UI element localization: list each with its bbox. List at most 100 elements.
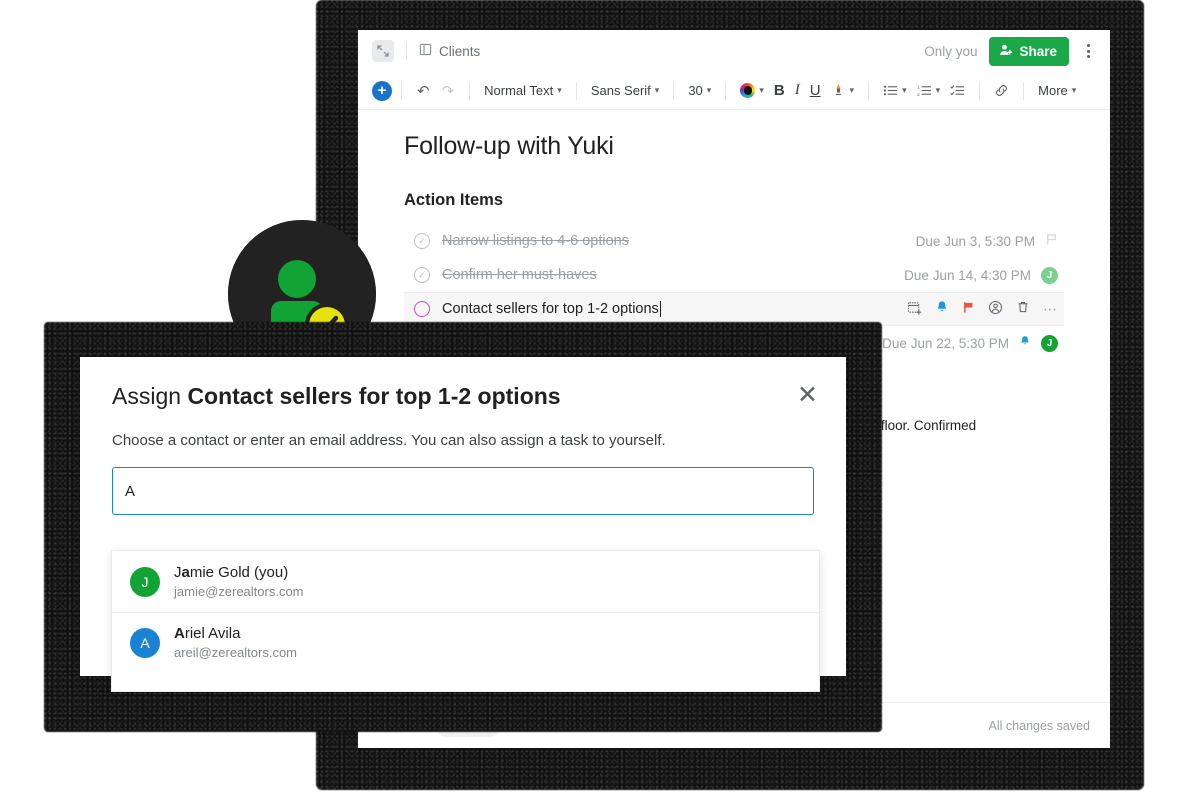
toolbar-divider [469, 81, 471, 100]
more-label: More [1038, 83, 1068, 98]
avatar[interactable]: J [1041, 334, 1058, 352]
task-meta: ⋯ [907, 300, 1058, 319]
calendar-add-icon[interactable] [907, 300, 922, 319]
breadcrumb[interactable]: Clients [419, 43, 480, 59]
bold-button[interactable]: B [769, 79, 790, 102]
avatar[interactable]: J [1041, 266, 1058, 284]
undo-icon[interactable]: ↶ [411, 79, 436, 103]
chevron-down-icon: ▾ [759, 85, 764, 95]
close-icon[interactable]: ✕ [797, 383, 818, 408]
task-meta: Due Jun 22, 5:30 PM J [882, 334, 1058, 352]
window-more-options-icon[interactable] [1081, 40, 1096, 62]
paragraph-style-dropdown[interactable]: Normal Text ▾ [479, 80, 567, 101]
suggestion-name-match: A [174, 625, 185, 643]
modal-description: Choose a contact or enter an email addre… [112, 432, 666, 449]
format-toolbar: + ↶ ↷ Normal Text ▾ Sans Serif ▾ 30 ▾ ▾ [358, 72, 1110, 110]
suggestion-name-rest: mie Gold (you) [189, 563, 289, 581]
redo-icon[interactable]: ↷ [436, 79, 461, 103]
list-item[interactable]: J Jamie Gold (you) jamie@zerealtors.com [112, 551, 819, 612]
suggestion-name-rest: riel Avila [184, 625, 241, 643]
only-you-label: Only you [924, 43, 978, 59]
chevron-down-icon: ▾ [902, 85, 907, 95]
suggestion-text: Ariel Avila areil@zerealtors.com [174, 624, 297, 662]
bell-icon[interactable] [1019, 335, 1031, 351]
task-label: Narrow listings to 4-6 options [442, 233, 629, 249]
chevron-down-icon: ▾ [1071, 85, 1077, 95]
underline-button[interactable]: U [805, 79, 826, 102]
page-title: Follow-up with Yuki [404, 132, 614, 160]
checklist-button[interactable] [945, 81, 970, 100]
text-cursor [659, 301, 662, 317]
delete-icon[interactable] [1016, 300, 1030, 318]
highlight-color-picker[interactable]: ▾ [826, 79, 860, 103]
assignee-input-wrap [80, 449, 846, 515]
assignee-suggestions-dropdown: J Jamie Gold (you) jamie@zerealtors.com … [111, 550, 820, 692]
chevron-down-icon: ▾ [935, 85, 941, 95]
flag-outline-icon[interactable] [1045, 233, 1058, 250]
toolbar-divider [1023, 81, 1025, 100]
suggestion-email: areil@zerealtors.com [174, 645, 298, 661]
share-label: Share [1019, 43, 1057, 59]
svg-text:1: 1 [917, 85, 920, 90]
modal-header: Assign Contact sellers for top 1-2 optio… [80, 357, 846, 410]
toolbar-divider [725, 81, 727, 100]
toolbar-divider [979, 81, 981, 100]
numbered-list-button[interactable]: 1 2 ▾ [912, 81, 946, 100]
modal-title-prefix: Assign [112, 383, 188, 409]
window-titlebar: Clients Only you Share [358, 30, 1110, 72]
chevron-down-icon: ▾ [557, 85, 562, 95]
insert-plus-button[interactable]: + [372, 80, 392, 101]
expand-icon[interactable] [372, 40, 394, 62]
suggestion-text: Jamie Gold (you) jamie@zerealtors.com [174, 563, 304, 601]
font-family-dropdown[interactable]: Sans Serif ▾ [586, 80, 665, 101]
list-item[interactable]: A Ariel Avila areil@zerealtors.com [112, 612, 819, 673]
insert-link-button[interactable] [989, 80, 1014, 101]
assignee-input[interactable] [112, 467, 814, 515]
suggestion-email: jamie@zerealtors.com [174, 583, 304, 599]
toolbar-divider [575, 81, 577, 100]
chevron-down-icon: ▾ [654, 85, 660, 95]
flag-icon[interactable] [962, 301, 975, 318]
font-family-label: Sans Serif [590, 83, 651, 98]
toolbar-divider [401, 81, 402, 100]
share-button[interactable]: Share [989, 36, 1069, 66]
svg-text:2: 2 [917, 92, 920, 97]
italic-button[interactable]: I [790, 79, 805, 102]
assign-person-icon[interactable] [988, 300, 1003, 319]
notebook-icon [419, 43, 432, 59]
table-row[interactable]: ✓ Narrow listings to 4-6 options Due Jun… [404, 224, 1064, 258]
titlebar-divider [406, 42, 407, 60]
chevron-down-icon: ▾ [706, 85, 712, 95]
suggestion-name-match: a [181, 563, 190, 581]
bell-icon[interactable] [935, 300, 949, 318]
table-row[interactable]: ✓ Confirm her must-haves Due Jun 14, 4:3… [404, 258, 1064, 292]
more-formatting-dropdown[interactable]: More ▾ [1033, 80, 1081, 101]
task-meta: Due Jun 14, 4:30 PM J [904, 266, 1058, 284]
table-row-active[interactable]: Contact sellers for top 1-2 options ⋯ [404, 292, 1064, 326]
screenshot-root: Clients Only you Share + ↶ ↷ Normal Text… [0, 0, 1200, 811]
more-options-icon[interactable]: ⋯ [1043, 301, 1058, 318]
task-due-date: Due Jun 14, 4:30 PM [904, 267, 1031, 283]
task-label: Contact sellers for top 1-2 options [442, 301, 659, 317]
checkbox-checked-icon[interactable]: ✓ [414, 267, 430, 283]
task-due-date: Due Jun 3, 5:30 PM [915, 233, 1035, 249]
highlighter-pen-icon [831, 82, 846, 100]
checkbox-checked-icon[interactable]: ✓ [414, 233, 430, 249]
modal-title: Assign Contact sellers for top 1-2 optio… [112, 383, 561, 410]
avatar: A [130, 628, 160, 658]
font-size-dropdown[interactable]: 30 ▾ [683, 80, 716, 101]
task-meta: Due Jun 3, 5:30 PM [916, 233, 1058, 250]
save-status: All changes saved [988, 718, 1090, 733]
toolbar-divider [868, 81, 870, 100]
suggestion-name: Jamie Gold (you) [174, 563, 289, 581]
titlebar-actions: Only you Share [924, 36, 1096, 66]
section-heading: Action Items [404, 191, 504, 209]
toolbar-divider [673, 81, 675, 100]
person-add-icon [999, 43, 1013, 60]
checkbox-unchecked-icon[interactable] [414, 301, 430, 317]
font-size-label: 30 [688, 83, 703, 98]
modal-title-task: Contact sellers for top 1-2 options [187, 383, 561, 409]
bulleted-list-button[interactable]: ▾ [878, 81, 912, 100]
text-color-picker[interactable]: ▾ [735, 80, 769, 101]
avatar: J [130, 566, 160, 597]
